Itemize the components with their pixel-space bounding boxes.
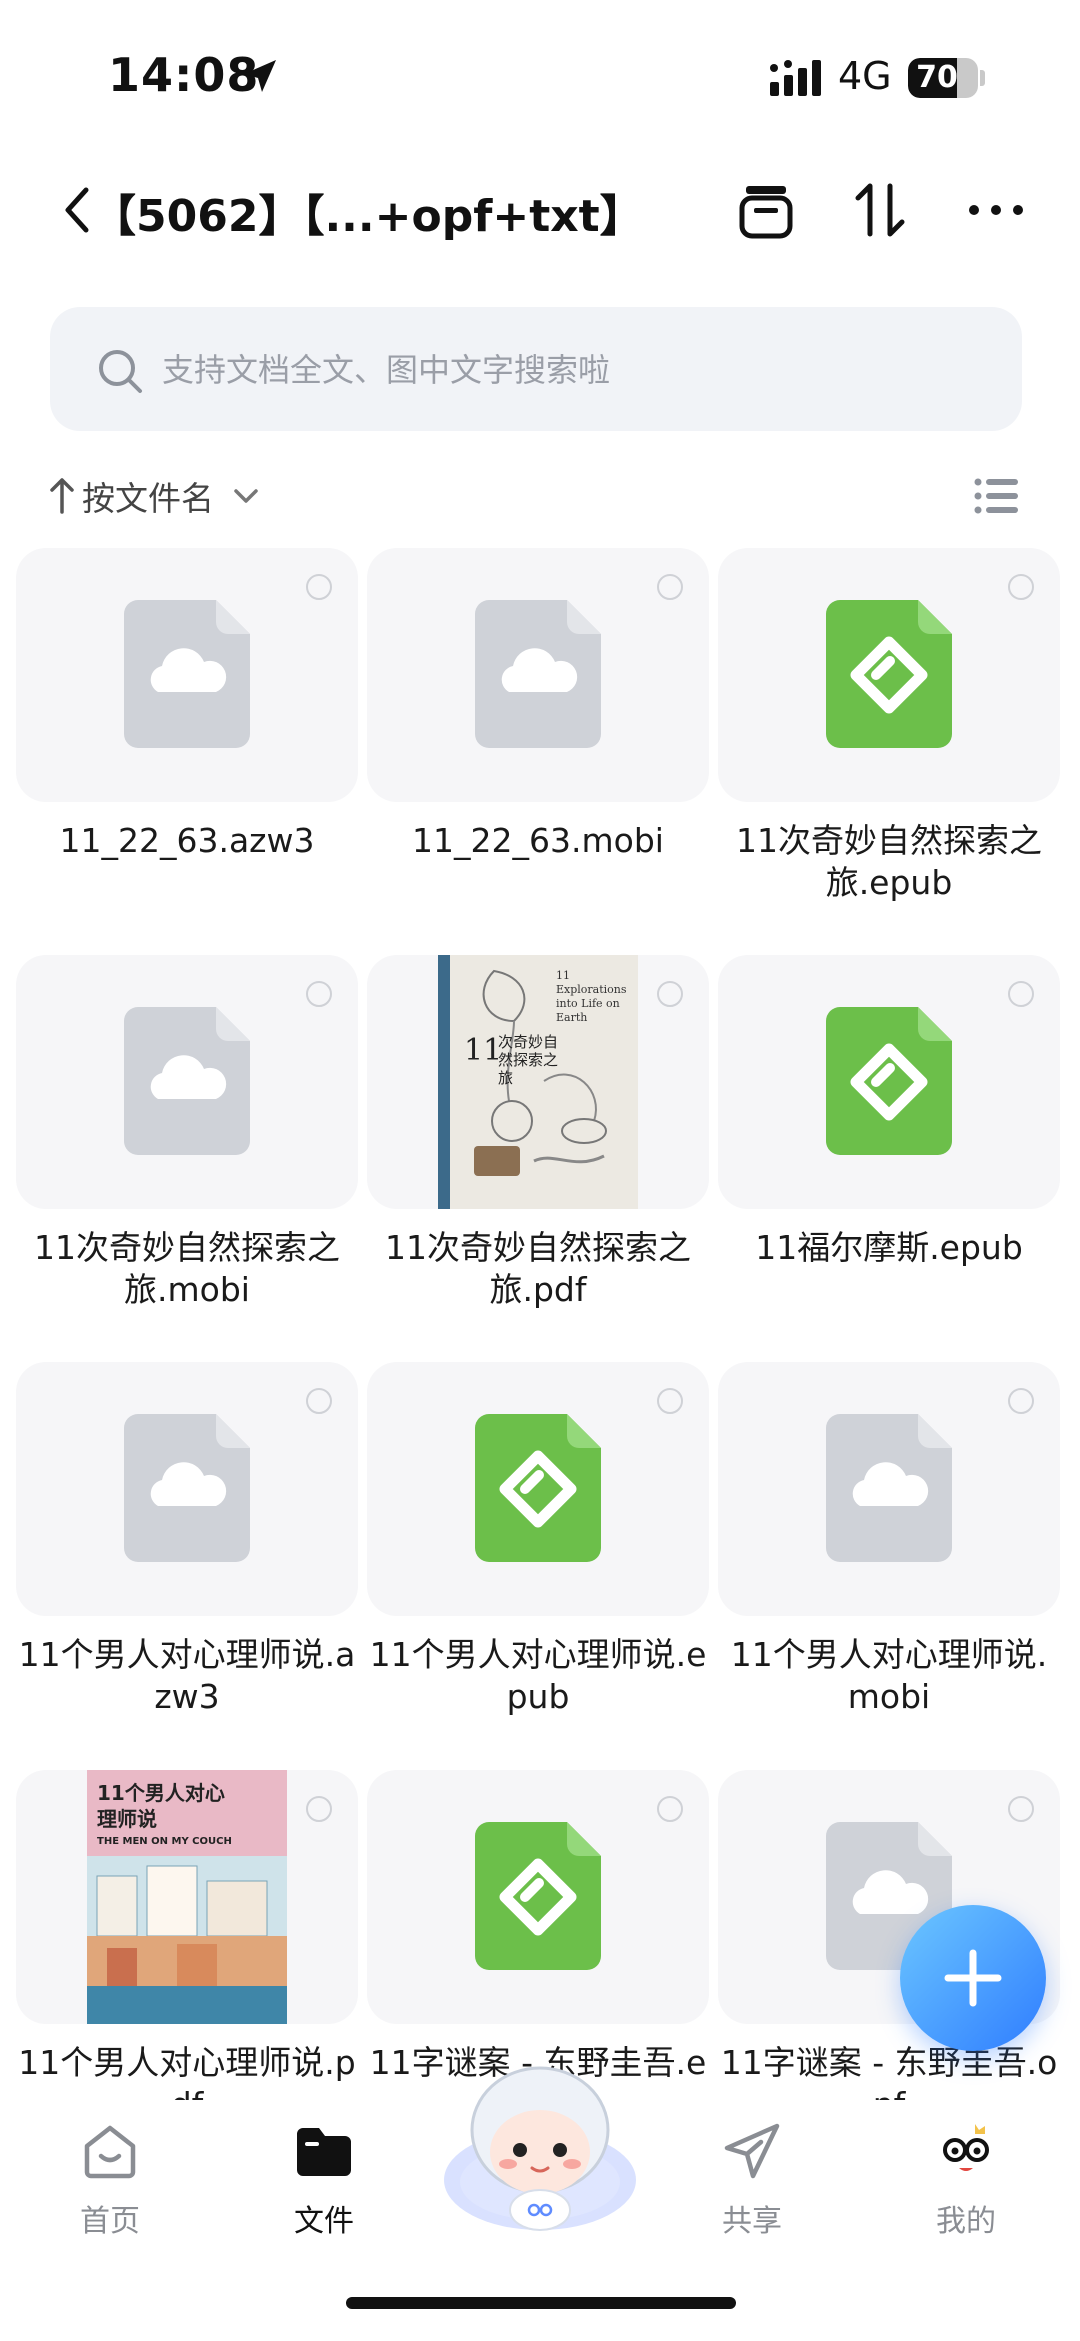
- nav-home-label: 首页: [80, 2204, 140, 2239]
- file-thumbnail[interactable]: 11 次奇妙自然探索之旅 11 Explorations into Life o…: [367, 955, 709, 1209]
- battery-icon: 70: [908, 58, 978, 98]
- select-radio[interactable]: [657, 1388, 683, 1414]
- select-radio[interactable]: [306, 981, 332, 1007]
- paper-plane-icon: [721, 2120, 783, 2182]
- file-name: 11福尔摩斯.epub: [755, 1228, 1023, 1267]
- book-cover: 11 次奇妙自然探索之旅 11 Explorations into Life o…: [438, 955, 638, 1209]
- home-icon: [79, 2120, 141, 2182]
- cloud-file-icon: [826, 1414, 952, 1562]
- status-bar: 14:08 4G 70: [0, 0, 1080, 150]
- file-thumbnail[interactable]: 11个男人对心理师说 THE MEN ON MY COUCH: [16, 1770, 358, 2024]
- header: 【5062】【...+opf+txt】: [0, 160, 1080, 260]
- nav-home[interactable]: 首页: [40, 2120, 180, 2240]
- profile-face-icon: [935, 2120, 997, 2182]
- file-thumbnail[interactable]: [367, 548, 709, 802]
- file-name: 11个男人对心理师说.epub: [369, 1635, 707, 1716]
- list-view-icon[interactable]: [974, 474, 1018, 518]
- battery-percent: 70: [916, 60, 958, 95]
- select-radio[interactable]: [1008, 574, 1034, 600]
- signal-icon: [770, 60, 826, 96]
- cover-english-title: THE MEN ON MY COUCH: [97, 1836, 232, 1847]
- file-name: 11次奇妙自然探索之旅.epub: [736, 821, 1042, 902]
- nav-files-label: 文件: [294, 2204, 354, 2239]
- cover-number: 11: [464, 1033, 503, 1068]
- assistant-mascot-button[interactable]: [438, 2060, 642, 2240]
- select-radio[interactable]: [1008, 981, 1034, 1007]
- book-cover: 11个男人对心理师说 THE MEN ON MY COUCH: [87, 1770, 287, 2024]
- select-radio[interactable]: [306, 574, 332, 600]
- cover-title: 次奇妙自然探索之旅: [498, 1033, 559, 1087]
- nav-me[interactable]: 我的: [896, 2120, 1036, 2240]
- file-name: 11_22_63.azw3: [59, 821, 315, 860]
- file-name: 11次奇妙自然探索之旅.mobi: [34, 1228, 340, 1309]
- archive-icon[interactable]: [734, 178, 798, 242]
- cover-title: 11个男人对心理师说: [97, 1781, 225, 1831]
- file-name: 11个男人对心理师说.mobi: [730, 1635, 1048, 1716]
- network-type: 4G: [838, 54, 892, 98]
- more-icon[interactable]: [964, 178, 1028, 242]
- select-radio[interactable]: [657, 1796, 683, 1822]
- folder-icon: [293, 2120, 355, 2182]
- cover-illustration: [87, 1856, 287, 2024]
- select-radio[interactable]: [306, 1796, 332, 1822]
- cloud-file-icon: [475, 600, 601, 748]
- select-radio[interactable]: [306, 1388, 332, 1414]
- epub-icon: [475, 1414, 601, 1562]
- file-name: 11_22_63.mobi: [412, 821, 664, 860]
- file-thumbnail[interactable]: [718, 1362, 1060, 1616]
- file-thumbnail[interactable]: [16, 955, 358, 1209]
- file-thumbnail[interactable]: [16, 1362, 358, 1616]
- epub-icon: [826, 600, 952, 748]
- page-title: 【5062】【...+opf+txt】: [92, 191, 644, 242]
- add-button[interactable]: [900, 1905, 1046, 2051]
- search-input[interactable]: [160, 337, 984, 403]
- file-thumbnail[interactable]: [367, 1362, 709, 1616]
- file-thumbnail[interactable]: [718, 955, 1060, 1209]
- sort-toggle-icon[interactable]: [848, 178, 912, 242]
- select-radio[interactable]: [1008, 1388, 1034, 1414]
- nav-me-label: 我的: [936, 2204, 996, 2239]
- search-icon: [96, 347, 144, 395]
- file-thumbnail[interactable]: [367, 1770, 709, 2024]
- file-name: 11次奇妙自然探索之旅.pdf: [385, 1228, 691, 1309]
- search-bar[interactable]: [50, 307, 1022, 431]
- plus-icon: [940, 1945, 1006, 2011]
- cloud-file-icon: [124, 1414, 250, 1562]
- status-time: 14:08: [108, 48, 260, 102]
- epub-icon: [475, 1822, 601, 1970]
- epub-icon: [826, 1007, 952, 1155]
- battery-cap: [980, 70, 985, 86]
- chevron-down-icon: [232, 482, 260, 510]
- cloud-file-icon: [124, 1007, 250, 1155]
- select-radio[interactable]: [657, 981, 683, 1007]
- select-radio[interactable]: [1008, 1796, 1034, 1822]
- sort-label: 按文件名: [82, 479, 214, 518]
- nav-share-label: 共享: [722, 2204, 782, 2239]
- nav-share[interactable]: 共享: [682, 2120, 822, 2240]
- cover-english-title: 11 Explorations into Life on Earth: [556, 969, 627, 1024]
- nav-files[interactable]: 文件: [254, 2120, 394, 2240]
- cloud-file-icon: [124, 600, 250, 748]
- select-radio[interactable]: [657, 574, 683, 600]
- sort-up-arrow-icon: [50, 476, 74, 516]
- cover-spine: [438, 955, 450, 1209]
- location-arrow-icon: [240, 56, 280, 96]
- home-indicator: [346, 2297, 736, 2309]
- file-thumbnail[interactable]: [718, 548, 1060, 802]
- file-thumbnail[interactable]: [16, 548, 358, 802]
- file-name: 11个男人对心理师说.azw3: [18, 1635, 356, 1716]
